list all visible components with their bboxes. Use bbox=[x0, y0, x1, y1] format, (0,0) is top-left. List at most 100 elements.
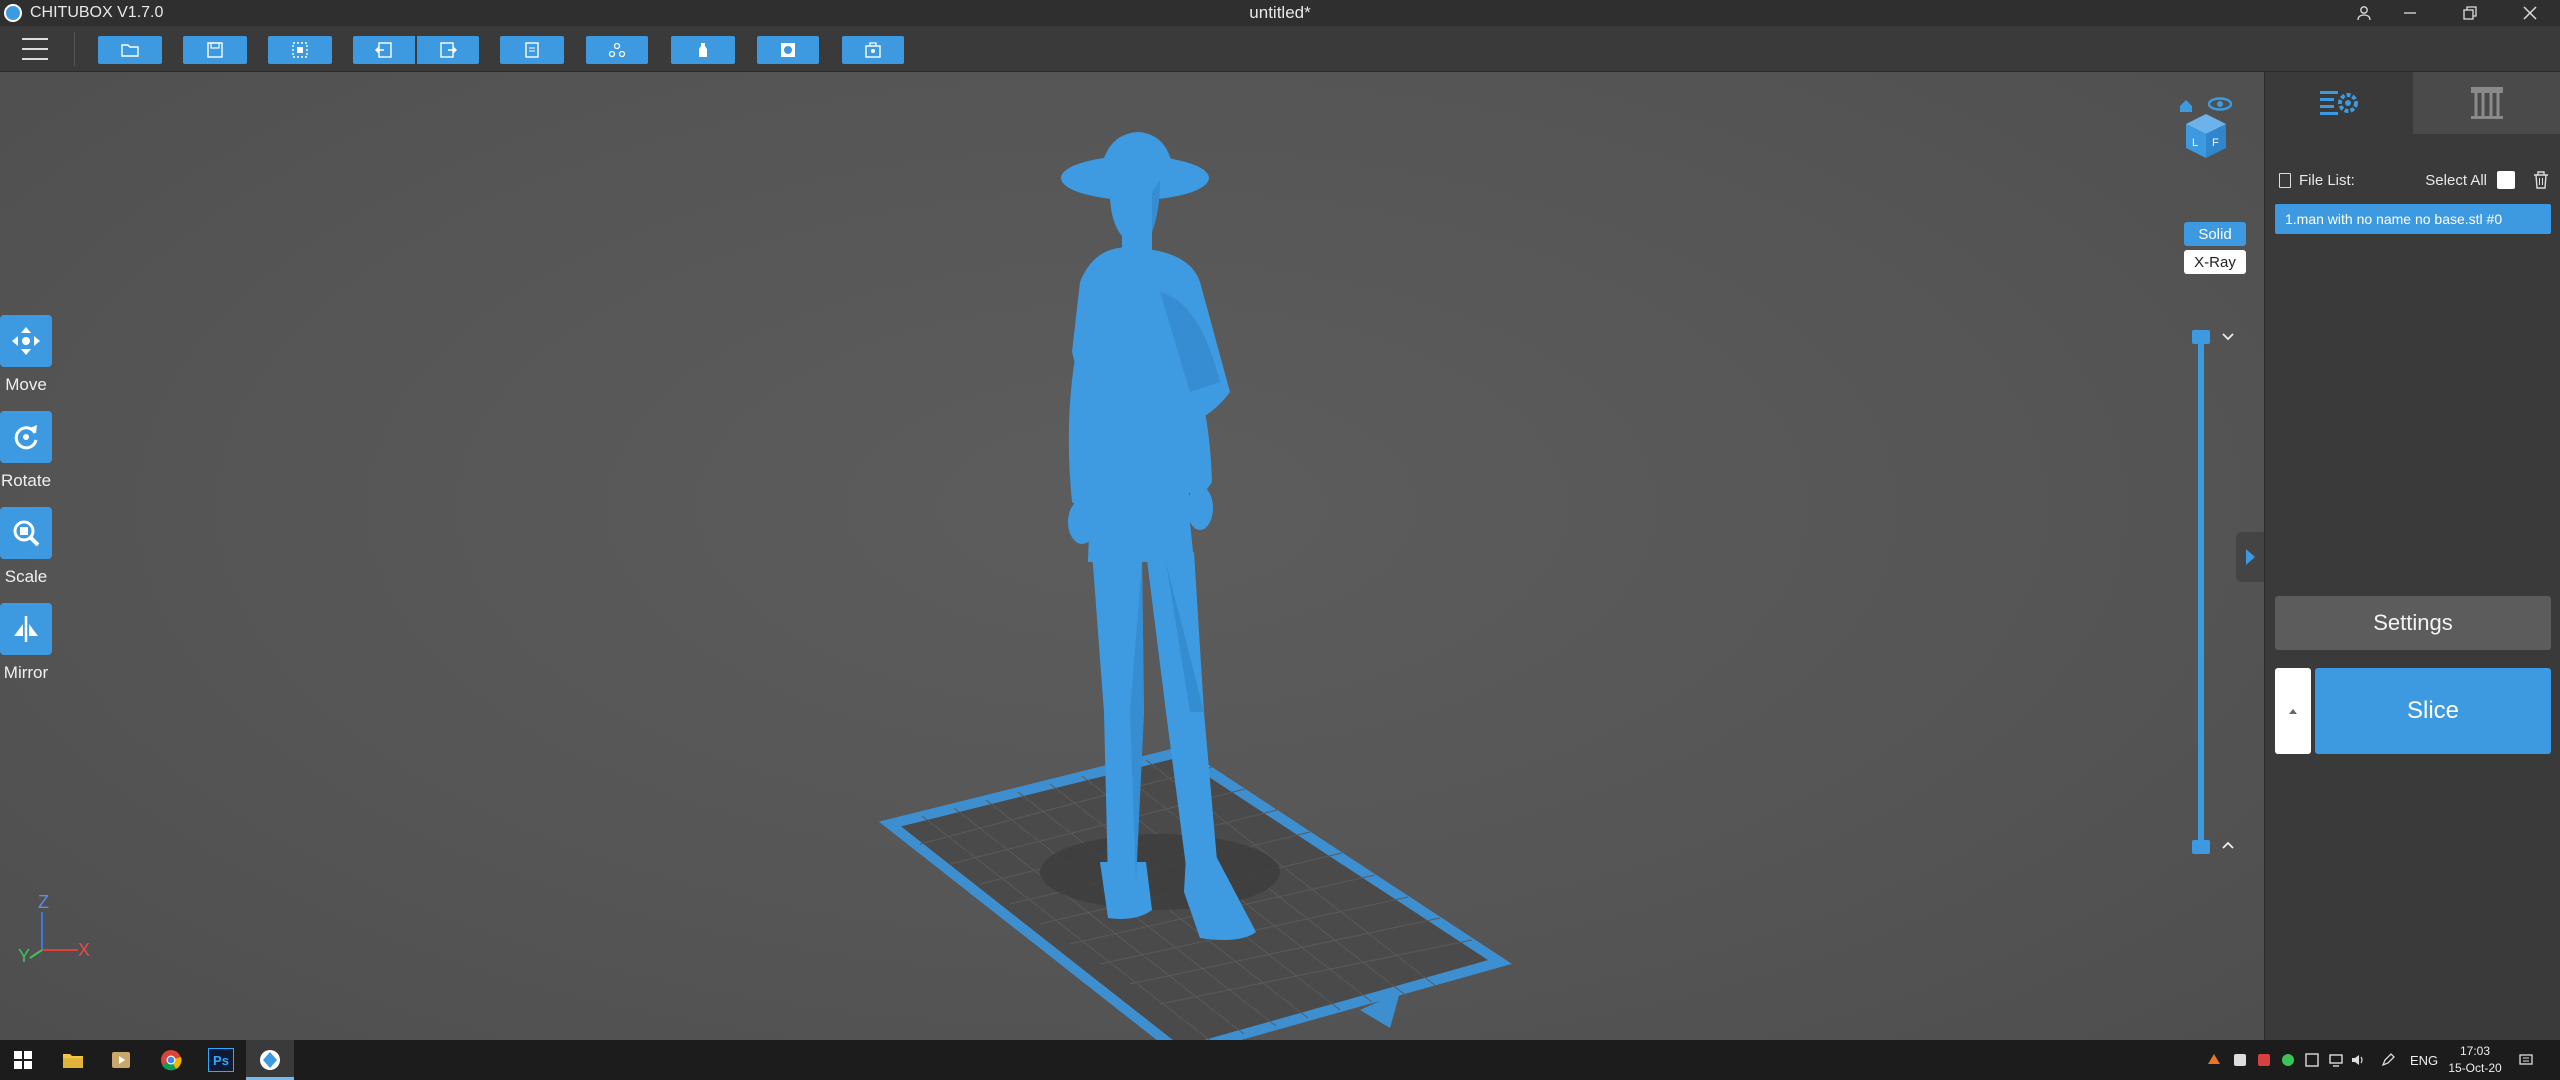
panel-toggle-button[interactable] bbox=[2236, 532, 2264, 582]
save-button[interactable] bbox=[183, 36, 247, 64]
photoshop-icon[interactable]: Ps bbox=[208, 1048, 234, 1072]
file-list-header: File List: Select All bbox=[2279, 168, 2549, 192]
copy-button[interactable] bbox=[500, 36, 564, 64]
home-view-icon[interactable] bbox=[2180, 100, 2192, 112]
move-icon bbox=[12, 327, 40, 355]
media-player-icon[interactable] bbox=[108, 1048, 134, 1072]
orientation-cube-icon[interactable]: L F bbox=[2186, 114, 2226, 158]
rotate-tool[interactable]: Rotate bbox=[0, 411, 52, 491]
undo-icon bbox=[375, 42, 392, 58]
redo-button[interactable] bbox=[417, 36, 479, 64]
copy-icon bbox=[525, 42, 539, 58]
drill-button[interactable] bbox=[842, 36, 904, 64]
pen-icon[interactable] bbox=[2380, 1052, 2396, 1068]
chitubox-logo-icon bbox=[4, 4, 22, 22]
slice-options-dropdown[interactable] bbox=[2275, 668, 2311, 754]
support-button[interactable] bbox=[671, 36, 735, 64]
network-icon[interactable] bbox=[2328, 1052, 2344, 1068]
model-shadow bbox=[1040, 834, 1280, 910]
volume-icon[interactable] bbox=[2350, 1052, 2366, 1068]
file-icon bbox=[2279, 172, 2291, 188]
settings-list-icon bbox=[2320, 91, 2358, 115]
axis-indicator: Z Y X bbox=[18, 892, 90, 966]
folder-icon bbox=[121, 44, 139, 57]
close-button[interactable] bbox=[2506, 0, 2554, 26]
axis-x-label: X bbox=[78, 940, 90, 960]
3d-viewport[interactable]: Move Rotate Scale Mirror Z Y X L F Solid… bbox=[0, 72, 2264, 1040]
language-indicator[interactable]: ENG bbox=[2410, 1040, 2438, 1080]
layer-down-chevron-icon[interactable] bbox=[2218, 330, 2238, 350]
start-icon[interactable] bbox=[10, 1048, 36, 1072]
solid-mode-button[interactable]: Solid bbox=[2184, 222, 2246, 246]
tab-print-settings[interactable] bbox=[2265, 72, 2413, 134]
rotate-icon bbox=[14, 425, 38, 450]
file-list-item[interactable]: 1.man with no name no base.stl #0 bbox=[2275, 204, 2551, 234]
clock-time: 17:03 bbox=[2459, 1044, 2491, 1058]
minimize-button[interactable] bbox=[2386, 0, 2434, 26]
supports-icon bbox=[2471, 87, 2503, 119]
title-bar: CHITUBOX V1.7.0 untitled* bbox=[0, 0, 2560, 26]
hamburger-menu-button[interactable] bbox=[22, 38, 48, 60]
clock-date: 15-Oct-20 bbox=[2448, 1061, 2502, 1075]
tray-app-icon-dark[interactable] bbox=[2304, 1052, 2320, 1068]
right-panel: File List: Select All 1.man with no name… bbox=[2264, 72, 2560, 1040]
clock[interactable]: 17:03 15-Oct-20 bbox=[2440, 1043, 2510, 1077]
notifications-icon[interactable] bbox=[2518, 1052, 2534, 1068]
chrome-icon[interactable] bbox=[158, 1048, 184, 1072]
select-all-label: Select All bbox=[2425, 171, 2487, 189]
tray-app-icon-red[interactable] bbox=[2256, 1052, 2272, 1068]
open-file-button[interactable] bbox=[98, 36, 162, 64]
toolbar-divider bbox=[74, 32, 75, 66]
tab-supports[interactable] bbox=[2413, 72, 2560, 134]
document-title: untitled* bbox=[1249, 3, 1311, 22]
tray-app-icon-green[interactable] bbox=[2280, 1052, 2296, 1068]
layout-icon bbox=[608, 42, 626, 58]
select-icon bbox=[292, 42, 308, 58]
app-name: CHITUBOX V1.7.0 bbox=[30, 4, 164, 21]
layer-up-chevron-icon[interactable] bbox=[2218, 838, 2238, 858]
main-toolbar bbox=[0, 26, 2560, 72]
layer-slider-top-handle[interactable] bbox=[2192, 330, 2210, 344]
windows-taskbar: Ps ENG 17:03 15-Oct-20 bbox=[0, 1040, 2560, 1080]
redo-icon bbox=[440, 42, 457, 58]
axis-z-label: Z bbox=[38, 892, 49, 912]
bottle-icon bbox=[699, 43, 707, 57]
eye-icon[interactable] bbox=[2207, 97, 2233, 111]
save-icon bbox=[207, 42, 223, 58]
select-all-button[interactable] bbox=[268, 36, 332, 64]
matlab-tray-icon[interactable] bbox=[2206, 1052, 2222, 1068]
account-icon[interactable] bbox=[2340, 0, 2388, 26]
layer-slider-track[interactable] bbox=[2198, 334, 2204, 846]
layer-slider-bottom-handle[interactable] bbox=[2192, 840, 2210, 854]
layout-button[interactable] bbox=[586, 36, 648, 64]
slice-button[interactable]: Slice bbox=[2315, 668, 2551, 754]
scale-icon bbox=[13, 520, 40, 547]
scale-label: Scale bbox=[4, 567, 48, 586]
move-label: Move bbox=[5, 375, 47, 394]
chitubox-window: CHITUBOX V1.7.0 untitled* Move Rotate Sc… bbox=[0, 0, 2560, 1080]
select-all-checkbox[interactable] bbox=[2497, 171, 2515, 189]
hollow-button[interactable] bbox=[757, 36, 819, 64]
mirror-label: Mirror bbox=[3, 663, 49, 682]
play-arrow-icon bbox=[2246, 549, 2255, 565]
file-list-label: File List: bbox=[2299, 171, 2355, 189]
trash-icon[interactable] bbox=[2533, 171, 2549, 189]
file-explorer-icon[interactable] bbox=[60, 1048, 86, 1072]
mirror-tool[interactable]: Mirror bbox=[0, 603, 52, 683]
settings-button[interactable]: Settings bbox=[2275, 596, 2551, 650]
tray-app-icon[interactable] bbox=[2232, 1052, 2248, 1068]
move-tool[interactable]: Move bbox=[0, 315, 52, 395]
model-scene[interactable] bbox=[860, 92, 1560, 1040]
chitubox-icon[interactable] bbox=[257, 1048, 283, 1072]
svg-text:L: L bbox=[2192, 137, 2198, 149]
scale-tool[interactable]: Scale bbox=[0, 507, 52, 587]
svg-text:F: F bbox=[2212, 137, 2219, 149]
hollow-icon bbox=[781, 43, 795, 57]
restore-button[interactable] bbox=[2446, 0, 2494, 26]
triangle-up-icon bbox=[2289, 709, 2297, 714]
axis-y-label: Y bbox=[18, 946, 30, 966]
view-cube[interactable]: L F bbox=[2176, 92, 2236, 162]
undo-button[interactable] bbox=[353, 36, 415, 64]
mirror-icon bbox=[14, 616, 38, 642]
xray-mode-button[interactable]: X-Ray bbox=[2184, 250, 2246, 274]
